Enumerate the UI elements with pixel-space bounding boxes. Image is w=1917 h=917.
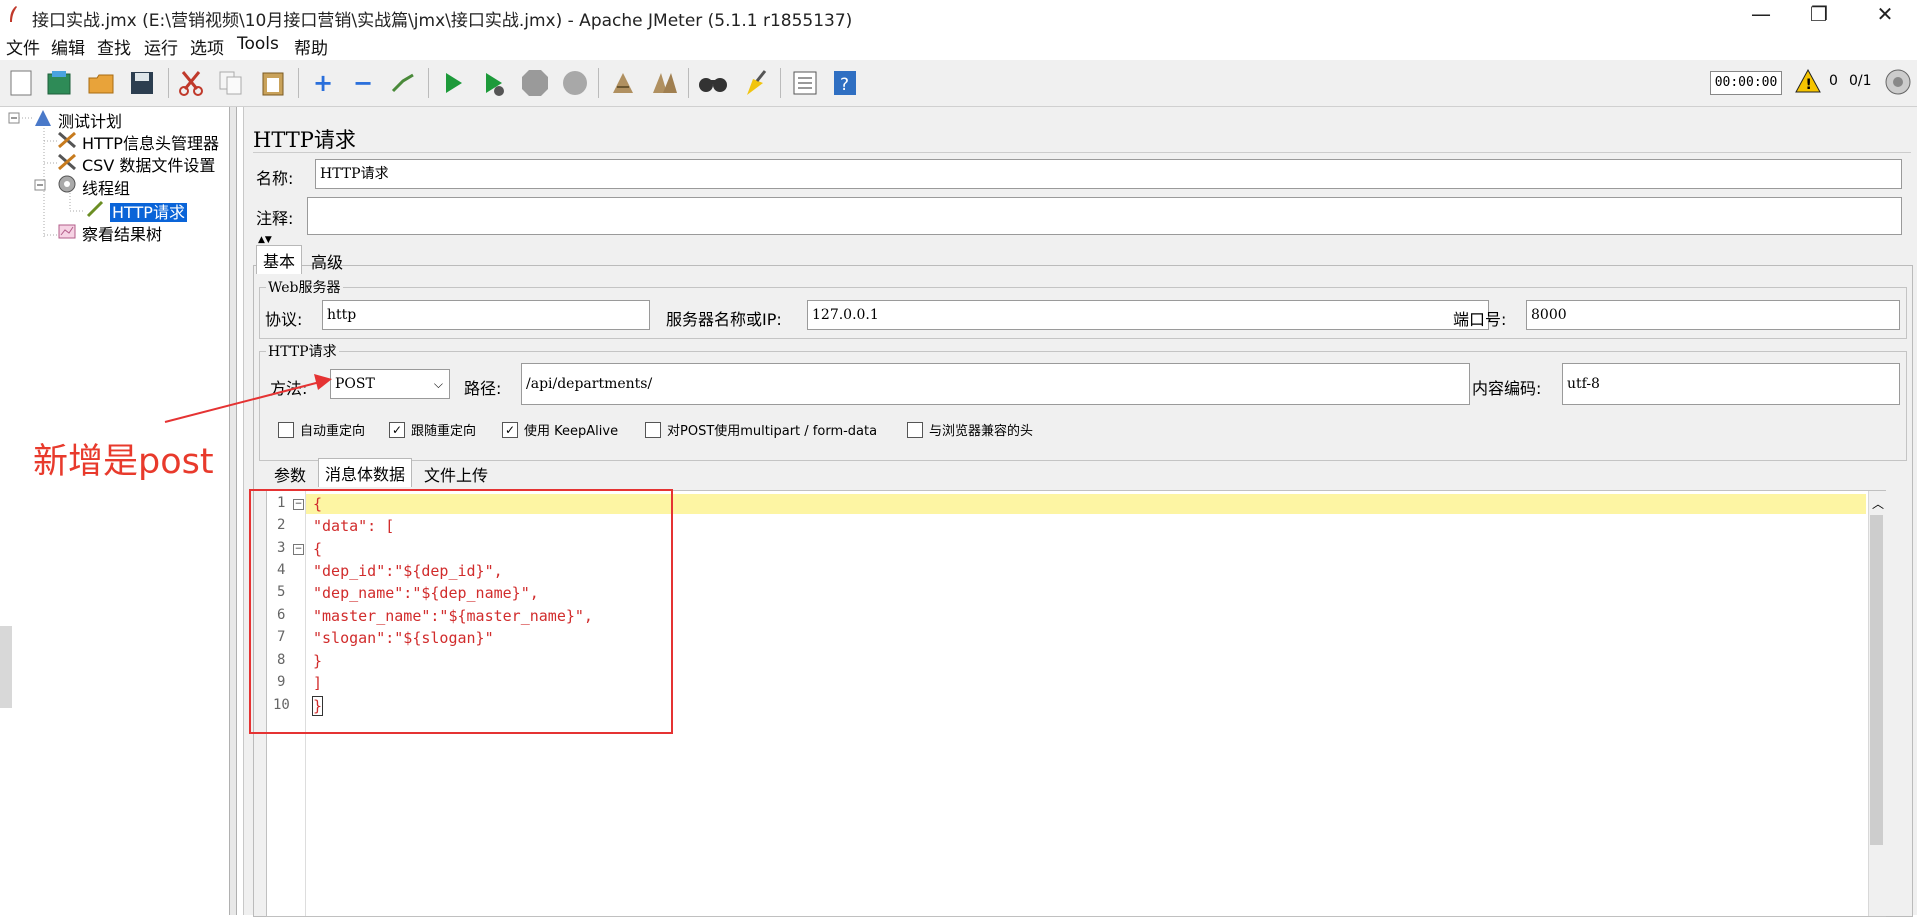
jmeter-feather-icon	[10, 6, 17, 22]
port-field[interactable]: 8000	[1526, 300, 1900, 330]
start-icon[interactable]	[436, 66, 470, 100]
tab-files-upload[interactable]: 文件上传	[418, 460, 494, 488]
thread-count: 0/1	[1849, 73, 1872, 89]
scroll-up-icon[interactable]: ︿	[1872, 495, 1884, 512]
tab-basic[interactable]: 基本	[256, 245, 303, 274]
checkbox-keepalive[interactable]: ✓ 使用 KeepAlive	[502, 420, 618, 439]
encoding-label: 内容编码:	[1472, 379, 1542, 398]
name-field[interactable]: HTTP请求	[315, 159, 1902, 189]
checkbox-follow-redirect-box[interactable]: ✓	[389, 421, 405, 438]
shutdown-icon[interactable]	[558, 66, 592, 100]
clear-all-icon[interactable]	[648, 66, 682, 100]
open-icon[interactable]	[84, 66, 118, 100]
menu-help[interactable]: 帮助	[294, 34, 328, 59]
protocol-field[interactable]: http	[322, 300, 650, 330]
warning-count: 0	[1829, 73, 1838, 89]
collapse-icon[interactable]: −	[346, 66, 380, 100]
close-button[interactable]: ✕	[1857, 0, 1913, 30]
checkbox-follow-redirect[interactable]: ✓ 跟随重定向	[389, 420, 476, 439]
comment-field[interactable]	[307, 197, 1902, 235]
config-element-icon	[56, 131, 78, 153]
menu-options[interactable]: 选项	[190, 34, 224, 59]
annotation-highlight-box	[249, 489, 673, 734]
checkbox-browser-headers[interactable]: 与浏览器兼容的头	[907, 420, 1033, 439]
left-edge-scroll	[0, 626, 12, 708]
sampler-icon	[84, 200, 106, 222]
panel-splitter[interactable]	[230, 107, 237, 915]
elapsed-timer: 00:00:00	[1710, 71, 1782, 95]
remote-status-icon	[1885, 69, 1911, 95]
scrollbar-thumb[interactable]	[1870, 515, 1883, 845]
name-label: 名称:	[256, 169, 294, 188]
save-icon[interactable]	[125, 66, 159, 100]
tree-item-view-results-tree[interactable]: 察看结果树	[56, 221, 162, 245]
tab-advanced[interactable]: 高级	[305, 247, 349, 275]
path-field[interactable]: /api/departments/	[521, 363, 1470, 405]
svg-text:?: ?	[840, 75, 849, 95]
path-label: 路径:	[464, 379, 502, 398]
tab-parameters[interactable]: 参数	[268, 460, 312, 488]
stop-icon[interactable]	[518, 66, 552, 100]
server-field[interactable]: 127.0.0.1	[807, 300, 1489, 330]
web-server-title: Web服务器	[266, 277, 343, 297]
svg-text:!: !	[1806, 77, 1812, 93]
checkbox-multipart-box[interactable]	[645, 421, 661, 438]
window-title: 接口实战.jmx (E:\营销视频\10月接口营销\实战篇\jmx\接口实战.j…	[32, 11, 853, 31]
chevron-down-icon: ⌵	[433, 377, 443, 391]
panel-title: HTTP请求	[253, 128, 356, 152]
annotation-arrow-icon	[164, 374, 332, 423]
comment-label: 注释:	[256, 209, 294, 228]
cut-icon[interactable]	[174, 66, 208, 100]
menu-edit[interactable]: 编辑	[51, 34, 85, 59]
function-helper-icon[interactable]	[788, 66, 822, 100]
menu-run[interactable]: 运行	[144, 34, 178, 59]
config-element-icon	[56, 153, 78, 175]
tab-body-data[interactable]: 消息体数据	[318, 458, 413, 487]
templates-icon[interactable]	[42, 66, 76, 100]
tree-item-header-manager[interactable]: HTTP信息头管理器	[56, 130, 219, 154]
expand-icon[interactable]: +	[306, 66, 340, 100]
checkbox-multipart[interactable]: 对POST使用multipart / form-data	[645, 420, 877, 439]
warning-icon[interactable]: !	[1795, 69, 1821, 93]
tree-item-thread-group[interactable]: 线程组	[56, 174, 130, 199]
clear-icon[interactable]	[606, 66, 640, 100]
reset-search-icon[interactable]	[738, 66, 772, 100]
title-bar: 接口实战.jmx (E:\营销视频\10月接口营销\实战篇\jmx\接口实战.j…	[0, 0, 1917, 31]
new-icon[interactable]	[4, 66, 38, 100]
maximize-button[interactable]: ❐	[1791, 0, 1847, 30]
minimize-button[interactable]: —	[1733, 0, 1789, 30]
toggle-icon[interactable]	[386, 66, 420, 100]
checkbox-browser-headers-box[interactable]	[907, 421, 923, 438]
tree-item-http-request[interactable]: HTTP请求	[84, 199, 187, 223]
start-no-pause-icon[interactable]	[476, 66, 510, 100]
paste-icon[interactable]	[256, 66, 290, 100]
http-request-title: HTTP请求	[266, 341, 339, 361]
port-label: 端口号:	[1453, 310, 1507, 329]
menu-bar: 文件 编辑 查找 运行 选项 Tools 帮助	[0, 30, 1917, 59]
copy-icon[interactable]	[214, 66, 248, 100]
menu-file[interactable]: 文件	[6, 34, 40, 59]
tree-item-test-plan[interactable]: 测试计划	[32, 108, 122, 132]
collapse-arrows-icon[interactable]: ▲▼	[258, 235, 272, 245]
tree-item-csv-data-set[interactable]: CSV 数据文件设置	[56, 152, 215, 176]
help-icon[interactable]: ?	[828, 66, 862, 100]
server-label: 服务器名称或IP:	[666, 310, 782, 329]
protocol-label: 协议:	[265, 310, 303, 329]
annotation-text: 新增是post	[33, 442, 214, 482]
listener-icon	[56, 222, 78, 244]
checkbox-keepalive-box[interactable]: ✓	[502, 421, 518, 438]
menu-search[interactable]: 查找	[97, 34, 131, 59]
method-select[interactable]: POST ⌵	[330, 369, 450, 399]
test-plan-icon	[32, 109, 54, 131]
thread-group-icon	[56, 174, 78, 198]
toolbar: + − ? 00:00:00 ! 0 0/1	[0, 60, 1917, 107]
test-plan-tree: 测试计划 HTTP信息头管理器 CSV 数据文件设置 线程组 HTTP请求 察看…	[0, 107, 230, 915]
search-icon[interactable]	[696, 66, 730, 100]
menu-tools[interactable]: Tools	[237, 34, 279, 54]
encoding-field[interactable]: utf-8	[1562, 363, 1900, 405]
